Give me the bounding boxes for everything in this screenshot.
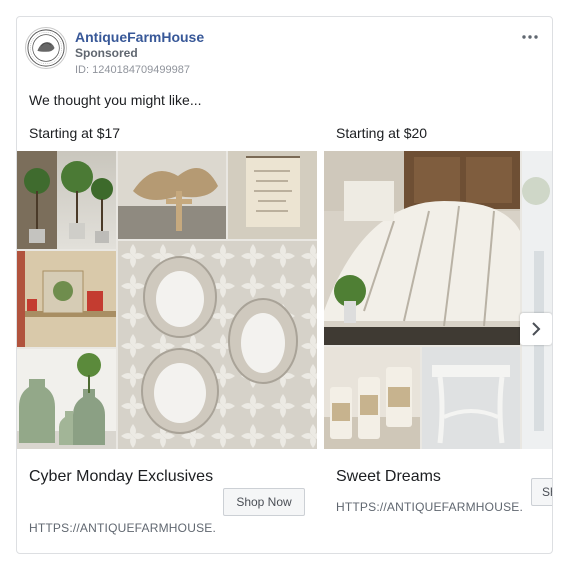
page-avatar[interactable] xyxy=(25,27,67,69)
ad-card: AntiqueFarmHouse Sponsored ID: 124018470… xyxy=(16,16,553,554)
chevron-right-icon xyxy=(532,322,541,336)
shop-now-button[interactable]: Shop Now xyxy=(223,488,305,516)
image-glass-bottles xyxy=(17,349,116,449)
image-bath-products xyxy=(324,347,420,449)
sponsored-label: Sponsored xyxy=(75,46,138,60)
carousel-card[interactable]: Starting at $20 Sweet Dreams HTTPS://ANT… xyxy=(324,123,552,553)
card-url: HTTPS://ANTIQUEFARMHOUSE. xyxy=(336,500,524,514)
carousel-next-button[interactable] xyxy=(520,313,552,345)
image-white-table xyxy=(422,347,520,449)
product-image-collage[interactable] xyxy=(324,151,552,449)
image-oval-mirrors xyxy=(118,241,317,449)
card-title: Cyber Monday Exclusives xyxy=(29,468,214,485)
image-partial xyxy=(522,151,552,449)
carousel: Starting at $17 Cyber Monday Exclusives … xyxy=(17,123,552,553)
image-topiary-trees xyxy=(17,151,116,249)
image-canvas-sign xyxy=(228,151,317,239)
card-url: HTTPS://ANTIQUEFARMHOUSE. xyxy=(29,521,217,535)
shop-now-button-partial[interactable]: Sh xyxy=(531,478,552,506)
image-ornament xyxy=(118,151,226,239)
ad-message: We thought you might like... xyxy=(29,92,202,108)
image-shelf-decor xyxy=(17,251,116,347)
more-horizontal-icon xyxy=(522,35,538,39)
image-bedroom xyxy=(324,151,520,345)
card-title: Sweet Dreams xyxy=(336,468,441,485)
product-image-collage[interactable] xyxy=(17,151,317,449)
logo-seal-icon xyxy=(27,29,65,67)
card-price: Starting at $17 xyxy=(29,125,121,141)
ad-id: ID: 1240184709499987 xyxy=(75,64,190,76)
carousel-card[interactable]: Starting at $17 Cyber Monday Exclusives … xyxy=(17,123,317,553)
page-name-link[interactable]: AntiqueFarmHouse xyxy=(75,29,204,45)
more-options-button[interactable] xyxy=(518,27,542,47)
card-price: Starting at $20 xyxy=(336,125,428,141)
